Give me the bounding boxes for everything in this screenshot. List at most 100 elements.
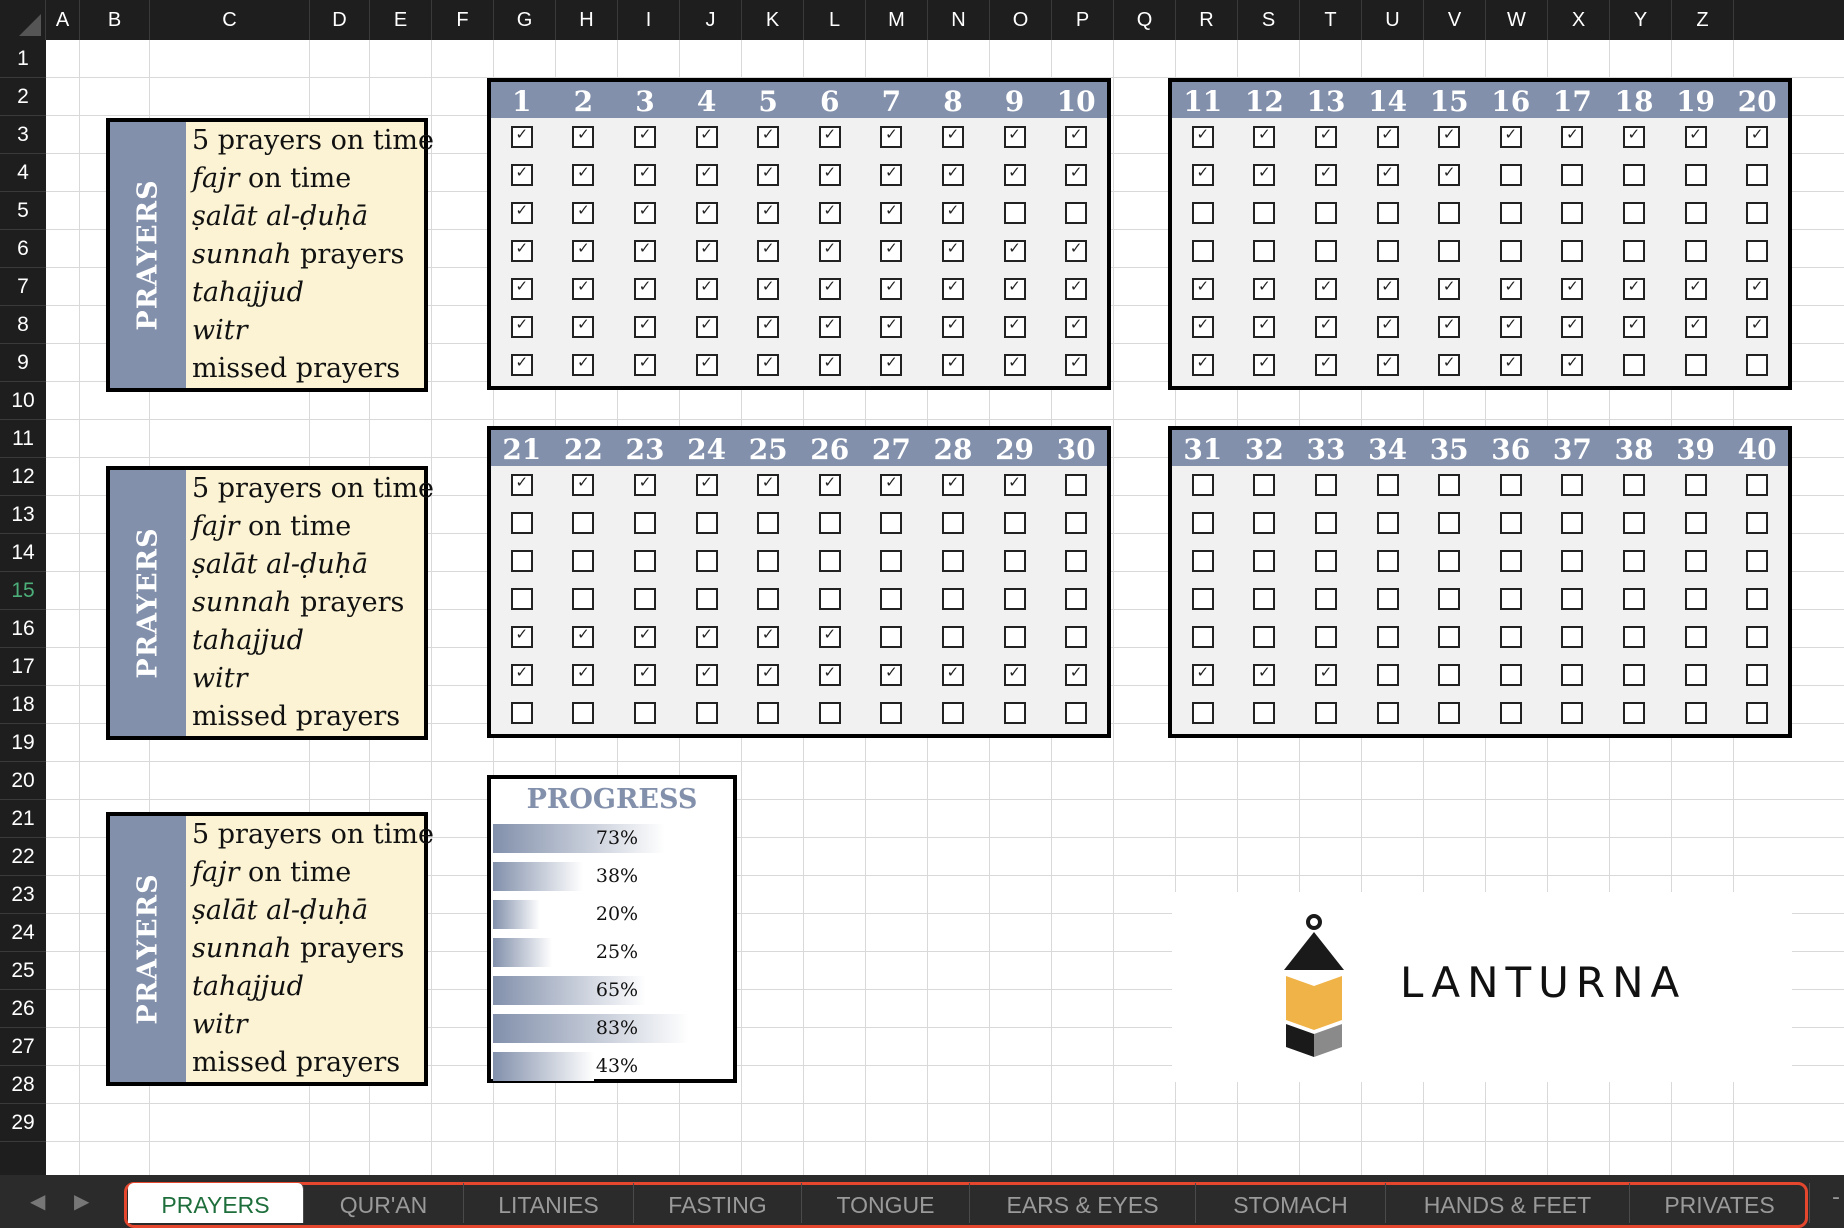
empty-checkbox[interactable] (1622, 550, 1645, 572)
checked-checkbox[interactable] (1003, 125, 1026, 148)
empty-checkbox[interactable] (1684, 702, 1707, 724)
empty-checkbox[interactable] (510, 550, 533, 572)
empty-checkbox[interactable] (880, 702, 903, 724)
row-header-12[interactable]: 12 (0, 458, 46, 496)
empty-checkbox[interactable] (757, 702, 780, 724)
empty-checkbox[interactable] (633, 588, 656, 610)
checked-checkbox[interactable] (1253, 277, 1276, 300)
checked-checkbox[interactable] (880, 473, 903, 496)
empty-checkbox[interactable] (880, 512, 903, 534)
column-header-l[interactable]: L (804, 0, 866, 40)
empty-checkbox[interactable] (880, 550, 903, 572)
column-header-y[interactable]: Y (1610, 0, 1672, 40)
empty-checkbox[interactable] (1746, 240, 1769, 262)
empty-checkbox[interactable] (1253, 588, 1276, 610)
sheet-tab-prayers[interactable]: PRAYERS (128, 1183, 304, 1223)
empty-checkbox[interactable] (941, 512, 964, 534)
checked-checkbox[interactable] (1003, 473, 1026, 496)
checked-checkbox[interactable] (1684, 125, 1707, 148)
empty-checkbox[interactable] (1499, 626, 1522, 648)
empty-checkbox[interactable] (1003, 202, 1026, 224)
sheet-tab-hands-feet[interactable]: HANDS & FEET (1386, 1183, 1630, 1223)
empty-checkbox[interactable] (757, 588, 780, 610)
row-header-7[interactable]: 7 (0, 268, 46, 306)
empty-checkbox[interactable] (1684, 550, 1707, 572)
empty-checkbox[interactable] (1191, 512, 1214, 534)
empty-checkbox[interactable] (1499, 702, 1522, 724)
column-header-g[interactable]: G (494, 0, 556, 40)
empty-checkbox[interactable] (1065, 474, 1088, 496)
empty-checkbox[interactable] (880, 588, 903, 610)
checked-checkbox[interactable] (818, 201, 841, 224)
column-header-e[interactable]: E (370, 0, 432, 40)
empty-checkbox[interactable] (1191, 588, 1214, 610)
empty-checkbox[interactable] (1746, 664, 1769, 686)
checked-checkbox[interactable] (1003, 663, 1026, 686)
checked-checkbox[interactable] (1191, 277, 1214, 300)
empty-checkbox[interactable] (572, 702, 595, 724)
habit-label[interactable]: tahajjud (192, 968, 434, 1006)
checked-checkbox[interactable] (1438, 277, 1461, 300)
empty-checkbox[interactable] (695, 702, 718, 724)
empty-checkbox[interactable] (1622, 664, 1645, 686)
empty-checkbox[interactable] (1438, 474, 1461, 496)
empty-checkbox[interactable] (941, 550, 964, 572)
checked-checkbox[interactable] (1561, 353, 1584, 376)
checked-checkbox[interactable] (1003, 315, 1026, 338)
row-header-1[interactable]: 1 (0, 40, 46, 78)
empty-checkbox[interactable] (941, 626, 964, 648)
column-header-i[interactable]: I (618, 0, 680, 40)
empty-checkbox[interactable] (1376, 512, 1399, 534)
column-header-w[interactable]: W (1486, 0, 1548, 40)
checked-checkbox[interactable] (1438, 125, 1461, 148)
checked-checkbox[interactable] (1684, 315, 1707, 338)
column-header-r[interactable]: R (1176, 0, 1238, 40)
checked-checkbox[interactable] (818, 473, 841, 496)
empty-checkbox[interactable] (633, 550, 656, 572)
checked-checkbox[interactable] (1314, 663, 1337, 686)
checked-checkbox[interactable] (880, 663, 903, 686)
row-header-16[interactable]: 16 (0, 610, 46, 648)
row-header-9[interactable]: 9 (0, 344, 46, 382)
checked-checkbox[interactable] (1438, 353, 1461, 376)
checked-checkbox[interactable] (1376, 163, 1399, 186)
empty-checkbox[interactable] (1499, 164, 1522, 186)
checked-checkbox[interactable] (1746, 315, 1769, 338)
row-header-6[interactable]: 6 (0, 230, 46, 268)
column-header-n[interactable]: N (928, 0, 990, 40)
checked-checkbox[interactable] (757, 201, 780, 224)
sheet-tab-qur-an[interactable]: QUR'AN (304, 1183, 464, 1223)
checked-checkbox[interactable] (1253, 353, 1276, 376)
empty-checkbox[interactable] (1376, 588, 1399, 610)
checked-checkbox[interactable] (1314, 277, 1337, 300)
checked-checkbox[interactable] (1746, 277, 1769, 300)
empty-checkbox[interactable] (1314, 202, 1337, 224)
checked-checkbox[interactable] (633, 239, 656, 262)
empty-checkbox[interactable] (1438, 550, 1461, 572)
empty-checkbox[interactable] (941, 702, 964, 724)
checked-checkbox[interactable] (1253, 663, 1276, 686)
checked-checkbox[interactable] (1622, 315, 1645, 338)
column-header-f[interactable]: F (432, 0, 494, 40)
empty-checkbox[interactable] (1253, 512, 1276, 534)
empty-checkbox[interactable] (572, 512, 595, 534)
checked-checkbox[interactable] (1314, 315, 1337, 338)
empty-checkbox[interactable] (1191, 626, 1214, 648)
checked-checkbox[interactable] (510, 625, 533, 648)
habit-label[interactable]: witr (192, 1006, 434, 1044)
checked-checkbox[interactable] (1253, 315, 1276, 338)
checked-checkbox[interactable] (880, 201, 903, 224)
empty-checkbox[interactable] (1376, 626, 1399, 648)
checked-checkbox[interactable] (818, 239, 841, 262)
empty-checkbox[interactable] (1746, 550, 1769, 572)
habit-label[interactable]: sunnah prayers (192, 236, 434, 274)
checked-checkbox[interactable] (880, 315, 903, 338)
checked-checkbox[interactable] (941, 473, 964, 496)
empty-checkbox[interactable] (1438, 202, 1461, 224)
checked-checkbox[interactable] (510, 201, 533, 224)
empty-checkbox[interactable] (1684, 354, 1707, 376)
habit-label[interactable]: fajr on time (192, 160, 434, 198)
empty-checkbox[interactable] (1746, 512, 1769, 534)
empty-checkbox[interactable] (1499, 202, 1522, 224)
checked-checkbox[interactable] (757, 625, 780, 648)
